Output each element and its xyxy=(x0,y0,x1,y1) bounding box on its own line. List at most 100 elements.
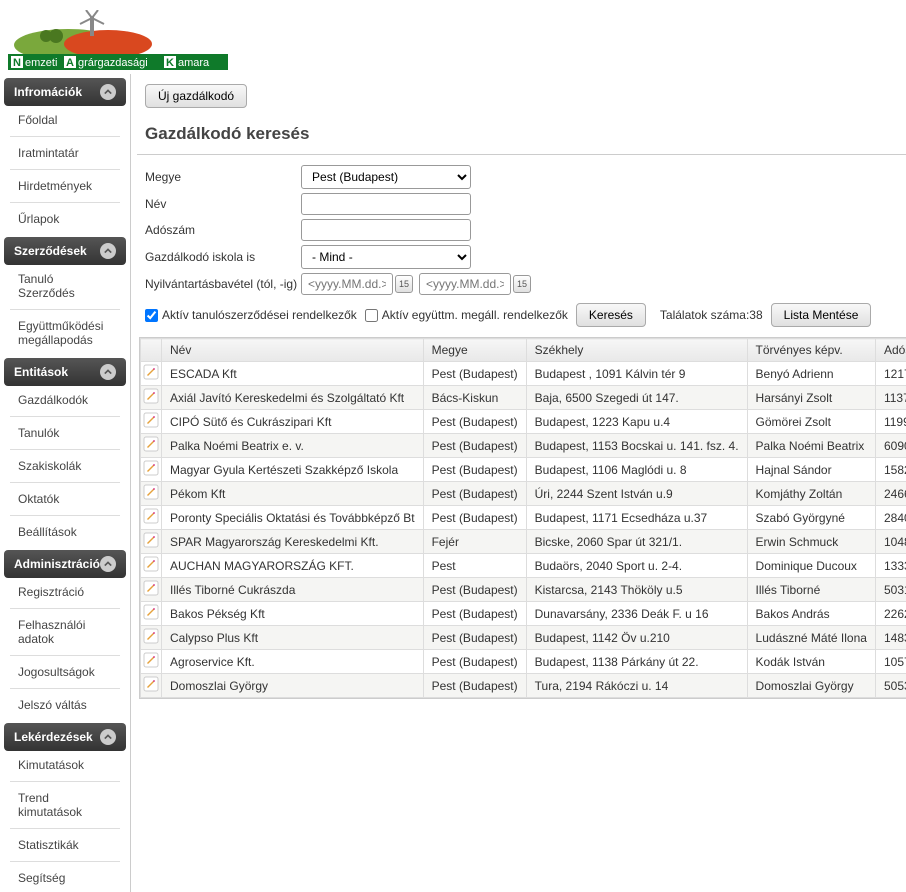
table-cell: Pest (Budapest) xyxy=(423,674,526,698)
sidebar-item[interactable]: Regisztráció xyxy=(4,578,126,606)
table-row[interactable]: Illés Tiborné CukrászdaPest (Budapest)Ki… xyxy=(141,578,906,602)
edit-icon[interactable] xyxy=(141,650,162,674)
tax-input[interactable] xyxy=(301,219,471,241)
table-cell: Bicske, 2060 Spar út 321/1. xyxy=(526,530,747,554)
edit-icon[interactable] xyxy=(141,602,162,626)
edit-icon[interactable] xyxy=(141,554,162,578)
results-table: NévMegyeSzékhelyTörvényes képv.AdószámNy… xyxy=(140,338,906,698)
table-cell: Dunavarsány, 2336 Deák F. u 16 xyxy=(526,602,747,626)
table-header[interactable]: Megye xyxy=(423,339,526,362)
sidebar-item[interactable]: Gazdálkodók xyxy=(4,386,126,414)
sidebar-item[interactable]: Beállítások xyxy=(4,518,126,546)
table-row[interactable]: Poronty Speciális Oktatási és Továbbképz… xyxy=(141,506,906,530)
county-select[interactable]: Pest (Budapest) xyxy=(301,165,471,189)
save-list-button[interactable]: Lista Mentése xyxy=(771,303,872,327)
edit-icon[interactable] xyxy=(141,362,162,386)
sidebar-section-header[interactable]: Adminisztráció xyxy=(4,550,126,578)
table-cell: Budapest, 1138 Párkány út 22. xyxy=(526,650,747,674)
active-student-checkbox-group[interactable]: Aktív tanulószerződései rendelkezők xyxy=(145,308,357,322)
sidebar-item[interactable]: Főoldal xyxy=(4,106,126,134)
sidebar-section-header[interactable]: Szerződések xyxy=(4,237,126,265)
active-coop-checkbox[interactable] xyxy=(365,309,378,322)
main-panel: Új gazdálkodó Gazdálkodó keresés Megye P… xyxy=(130,74,906,892)
date-from-input[interactable] xyxy=(301,273,393,295)
table-row[interactable]: Pékom KftPest (Budapest)Úri, 2244 Szent … xyxy=(141,482,906,506)
edit-icon[interactable] xyxy=(141,578,162,602)
table-cell: Pest (Budapest) xyxy=(423,458,526,482)
sidebar-section-header[interactable]: Lekérdezések xyxy=(4,723,126,751)
sidebar-item[interactable]: Felhasználói adatok xyxy=(4,611,126,653)
edit-icon[interactable] xyxy=(141,386,162,410)
table-row[interactable]: Bakos Pékség KftPest (Budapest)Dunavarsá… xyxy=(141,602,906,626)
active-student-checkbox[interactable] xyxy=(145,309,158,322)
sidebar-item[interactable]: Együttműködési megállapodás xyxy=(4,312,126,354)
divider xyxy=(10,828,120,829)
table-row[interactable]: Domoszlai GyörgyPest (Budapest)Tura, 219… xyxy=(141,674,906,698)
divider xyxy=(10,608,120,609)
table-cell: 50313118-2-33 xyxy=(875,578,906,602)
edit-icon[interactable] xyxy=(141,674,162,698)
divider xyxy=(10,482,120,483)
table-cell: CIPÓ Sütő és Cukrászipari Kft xyxy=(162,410,424,434)
new-farmer-button[interactable]: Új gazdálkodó xyxy=(145,84,247,108)
divider xyxy=(10,202,120,203)
sidebar-item[interactable]: Trend kimutatások xyxy=(4,784,126,826)
table-row[interactable]: CIPÓ Sütő és Cukrászipari KftPest (Budap… xyxy=(141,410,906,434)
table-header[interactable]: Név xyxy=(162,339,424,362)
edit-icon[interactable] xyxy=(141,626,162,650)
sidebar-item[interactable]: Szakiskolák xyxy=(4,452,126,480)
sidebar-section-header[interactable]: Infromációk xyxy=(4,78,126,106)
active-coop-checkbox-group[interactable]: Aktív együttm. megáll. rendelkezők xyxy=(365,308,568,322)
table-header[interactable] xyxy=(141,339,162,362)
table-row[interactable]: AUCHAN MAGYARORSZÁG KFT.PestBudaörs, 204… xyxy=(141,554,906,578)
table-row[interactable]: Calypso Plus KftPest (Budapest)Budapest,… xyxy=(141,626,906,650)
table-cell: Szabó Györgyné xyxy=(747,506,875,530)
sidebar-item[interactable]: Tanuló Szerződés xyxy=(4,265,126,307)
table-row[interactable]: Palka Noémi Beatrix e. v.Pest (Budapest)… xyxy=(141,434,906,458)
edit-icon[interactable] xyxy=(141,506,162,530)
county-label: Megye xyxy=(145,170,301,184)
edit-icon[interactable] xyxy=(141,530,162,554)
table-header[interactable]: Törvényes képv. xyxy=(747,339,875,362)
table-row[interactable]: Magyar Gyula Kertészeti Szakképző Iskola… xyxy=(141,458,906,482)
date-to-input[interactable] xyxy=(419,273,511,295)
sidebar-item[interactable]: Segítség xyxy=(4,864,126,892)
sidebar-item[interactable]: Oktatók xyxy=(4,485,126,513)
chevron-up-icon xyxy=(100,84,116,100)
active-coop-label: Aktív együttm. megáll. rendelkezők xyxy=(382,308,568,322)
table-row[interactable]: SPAR Magyarország Kereskedelmi Kft.Fejér… xyxy=(141,530,906,554)
sidebar-item[interactable]: Iratmintatár xyxy=(4,139,126,167)
sidebar-item[interactable]: Statisztikák xyxy=(4,831,126,859)
tax-label: Adószám xyxy=(145,223,301,237)
search-button[interactable]: Keresés xyxy=(576,303,646,327)
table-row[interactable]: Agroservice Kft.Pest (Budapest)Budapest,… xyxy=(141,650,906,674)
table-cell: Budaörs, 2040 Sport u. 2-4. xyxy=(526,554,747,578)
edit-icon[interactable] xyxy=(141,482,162,506)
sidebar-item[interactable]: Hirdetmények xyxy=(4,172,126,200)
divider xyxy=(10,309,120,310)
sidebar-section-header[interactable]: Entitások xyxy=(4,358,126,386)
table-header[interactable]: Székhely xyxy=(526,339,747,362)
edit-icon[interactable] xyxy=(141,458,162,482)
svg-text:K: K xyxy=(166,57,174,69)
calendar-icon[interactable]: 15 xyxy=(513,275,531,293)
table-row[interactable]: Axiál Javító Kereskedelmi és Szolgáltató… xyxy=(141,386,906,410)
table-cell: Hajnal Sándor xyxy=(747,458,875,482)
sidebar-item[interactable]: Kimutatások xyxy=(4,751,126,779)
svg-text:emzeti: emzeti xyxy=(25,57,57,69)
sidebar-item[interactable]: Jelszó váltás xyxy=(4,691,126,719)
table-header[interactable]: Adószám xyxy=(875,339,906,362)
school-select[interactable]: - Mind - xyxy=(301,245,471,269)
edit-icon[interactable] xyxy=(141,434,162,458)
sidebar-item[interactable]: Jogosultságok xyxy=(4,658,126,686)
table-cell: Illés Tiborné Cukrászda xyxy=(162,578,424,602)
sidebar-item[interactable]: Űrlapok xyxy=(4,205,126,233)
results-table-wrap: NévMegyeSzékhelyTörvényes képv.AdószámNy… xyxy=(139,337,906,699)
calendar-icon[interactable]: 15 xyxy=(395,275,413,293)
name-input[interactable] xyxy=(301,193,471,215)
table-cell: Pest (Budapest) xyxy=(423,362,526,386)
edit-icon[interactable] xyxy=(141,410,162,434)
sidebar-item[interactable]: Tanulók xyxy=(4,419,126,447)
table-cell: Kodák István xyxy=(747,650,875,674)
table-row[interactable]: ESCADA KftPest (Budapest)Budapest , 1091… xyxy=(141,362,906,386)
